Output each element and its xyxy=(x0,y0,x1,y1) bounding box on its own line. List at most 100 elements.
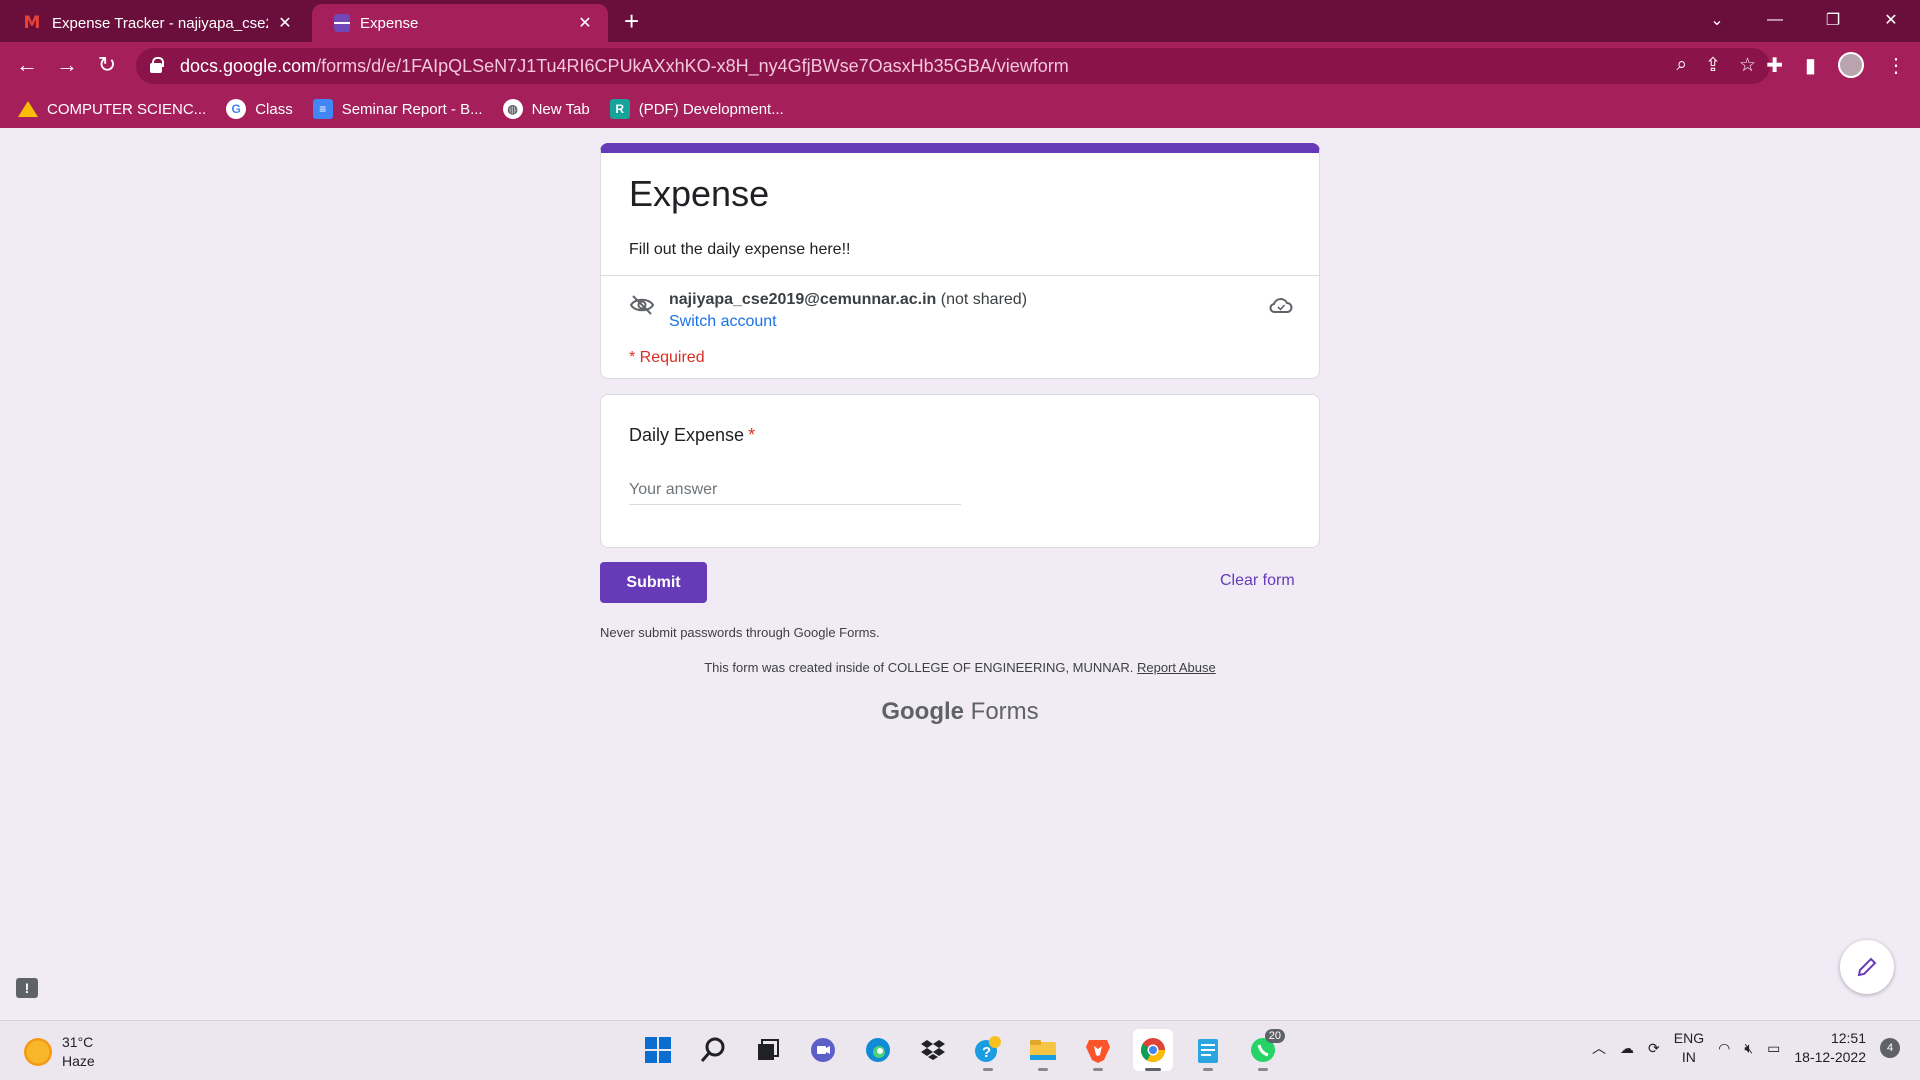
whatsapp-icon[interactable]: 20 xyxy=(1243,1029,1285,1071)
sync-icon[interactable]: ⟳ xyxy=(1648,1040,1660,1057)
window-close-button[interactable]: ✕ xyxy=(1862,0,1920,40)
restore-button[interactable]: ❐ xyxy=(1804,0,1862,40)
close-icon[interactable]: ✕ xyxy=(576,13,594,33)
feedback-icon[interactable]: ! xyxy=(16,978,38,998)
not-shared-eye-icon xyxy=(629,295,655,315)
volume-muted-icon[interactable]: 🔇︎ xyxy=(1744,1040,1753,1057)
switch-account-link[interactable]: Switch account xyxy=(669,313,777,331)
bookmarks-bar: COMPUTER SCIENC... G Class ≡ Seminar Rep… xyxy=(0,90,1920,128)
forms-icon xyxy=(334,14,350,32)
zoom-icon[interactable]: ⌕ xyxy=(1676,54,1687,77)
teams-chat-icon[interactable] xyxy=(803,1029,843,1071)
tab-expense-tracker[interactable]: M Expense Tracker - najiyapa_cse20 ✕ xyxy=(0,4,308,42)
bookmark-new-tab[interactable]: ◍ New Tab xyxy=(502,99,590,119)
side-panel-icon[interactable]: ▮ xyxy=(1805,53,1816,78)
cloud-saved-icon xyxy=(1269,298,1293,313)
back-icon[interactable]: ← xyxy=(12,52,42,80)
url-text[interactable]: docs.google.com/forms/d/e/1FAIpQLSeN7J1T… xyxy=(180,56,1069,77)
bookmark-label: (PDF) Development... xyxy=(638,100,784,118)
password-warning: Never submit passwords through Google Fo… xyxy=(600,625,880,640)
language-code: ENG xyxy=(1673,1030,1705,1046)
bookmark-label: Class xyxy=(255,100,293,118)
notification-count[interactable]: 4 xyxy=(1880,1038,1900,1058)
question-label: Daily Expense xyxy=(629,425,745,445)
clear-form-button[interactable]: Clear form xyxy=(1220,572,1295,590)
url-path: /forms/d/e/1FAIpQLSeN7J1Tu4RI6CPUkAXxhKO… xyxy=(316,55,1069,76)
docs-icon: ≡ xyxy=(312,99,333,119)
edge-icon[interactable] xyxy=(858,1029,898,1071)
bookmark-class[interactable]: G Class xyxy=(226,99,293,119)
minimize-button[interactable]: — xyxy=(1746,0,1804,40)
toolbar-right: ✚ ▮ ⋮ xyxy=(1766,52,1906,78)
weather-widget[interactable]: 31°C Haze xyxy=(24,1033,95,1071)
chrome-icon[interactable] xyxy=(1133,1029,1173,1071)
language-indicator[interactable]: ENG IN xyxy=(1674,1029,1704,1067)
required-asterisk: * xyxy=(748,425,756,445)
browser-toolbar: ← → ↻ docs.google.com/forms/d/e/1FAIpQLS… xyxy=(0,42,1920,90)
omnibox-actions: ⌕ ⇪ ☆ xyxy=(1676,54,1756,77)
bookmark-label: COMPUTER SCIENC... xyxy=(47,100,207,118)
bookmark-pdf-development[interactable]: R (PDF) Development... xyxy=(609,99,784,119)
forward-icon[interactable]: → xyxy=(52,52,82,80)
share-icon[interactable]: ⇪ xyxy=(1705,54,1721,77)
question-card-daily-expense: Daily Expense * xyxy=(600,394,1320,548)
tab-title: Expense xyxy=(360,14,419,32)
bookmark-computer-science[interactable]: COMPUTER SCIENC... xyxy=(18,101,206,118)
address-bar[interactable]: docs.google.com/forms/d/e/1FAIpQLSeN7J1T… xyxy=(136,48,1770,84)
bookmark-star-icon[interactable]: ☆ xyxy=(1739,54,1756,77)
researchgate-icon: R xyxy=(609,99,630,119)
form-title: Expense xyxy=(629,173,770,214)
required-note: * Required xyxy=(629,349,705,366)
bookmark-label: Seminar Report - B... xyxy=(341,100,483,118)
running-indicator xyxy=(1093,1068,1103,1071)
dropbox-icon[interactable] xyxy=(913,1029,953,1071)
pencil-icon xyxy=(1857,957,1877,977)
daily-expense-input[interactable] xyxy=(629,475,961,505)
google-forms-logo[interactable]: Google Forms xyxy=(600,698,1320,726)
task-view-icon[interactable] xyxy=(748,1029,788,1071)
tab-search-icon[interactable]: ⌄ xyxy=(1688,0,1746,40)
close-icon[interactable]: ✕ xyxy=(276,13,294,33)
running-indicator xyxy=(1145,1068,1161,1071)
running-indicator xyxy=(1203,1068,1213,1071)
google-icon: G xyxy=(226,99,247,119)
profile-avatar[interactable] xyxy=(1838,52,1864,78)
report-abuse-link[interactable]: Report Abuse xyxy=(1137,660,1216,675)
tab-title: Expense Tracker - najiyapa_cse20 xyxy=(52,14,268,32)
bookmark-label: New Tab xyxy=(531,100,590,118)
account-email: najiyapa_cse2019@cemunnar.ac.in xyxy=(669,291,937,308)
account-note: (not shared) xyxy=(940,291,1028,308)
bookmark-seminar-report[interactable]: ≡ Seminar Report - B... xyxy=(312,99,483,119)
drive-icon xyxy=(18,101,38,117)
new-tab-button[interactable]: + xyxy=(624,6,639,37)
get-help-icon[interactable]: ? xyxy=(968,1029,1008,1071)
submit-button[interactable]: Submit xyxy=(600,562,707,603)
weather-temp: 31°C xyxy=(62,1034,94,1050)
onedrive-cloud-icon[interactable]: ☁ xyxy=(1620,1040,1634,1057)
created-note-text: This form was created inside of COLLEGE … xyxy=(704,660,1134,675)
form-description: Fill out the daily expense here!! xyxy=(629,241,851,258)
menu-icon[interactable]: ⋮ xyxy=(1886,53,1906,78)
svg-text:?: ? xyxy=(982,1044,991,1061)
chevron-up-icon[interactable]: ︿ xyxy=(1592,1038,1606,1058)
lock-icon[interactable] xyxy=(150,57,164,73)
file-explorer-icon[interactable] xyxy=(1023,1029,1063,1071)
brave-icon[interactable] xyxy=(1078,1029,1118,1071)
start-icon[interactable] xyxy=(638,1029,678,1071)
question-title: Daily Expense * xyxy=(629,425,755,446)
windows-taskbar: 31°C Haze ? 20 ︿ ☁ ⟳ ENG IN ◠ 🔇︎ ▭ 12:51… xyxy=(0,1020,1920,1080)
clock[interactable]: 12:51 18-12-2022 xyxy=(1794,1029,1866,1067)
extensions-icon[interactable]: ✚ xyxy=(1766,53,1783,78)
battery-icon[interactable]: ▭ xyxy=(1767,1040,1780,1057)
tab-expense[interactable]: Expense ✕ xyxy=(312,4,608,42)
created-note: This form was created inside of COLLEGE … xyxy=(600,660,1320,675)
wifi-icon[interactable]: ◠ xyxy=(1718,1040,1730,1057)
globe-icon: ◍ xyxy=(502,99,523,119)
reload-icon[interactable]: ↻ xyxy=(92,52,122,80)
search-icon[interactable] xyxy=(693,1029,733,1071)
notepad-icon[interactable] xyxy=(1188,1029,1228,1071)
running-indicator xyxy=(1038,1068,1048,1071)
account-info: najiyapa_cse2019@cemunnar.ac.in (not sha… xyxy=(669,291,1027,309)
weather-desc: Haze xyxy=(62,1053,95,1069)
edit-pencil-button[interactable] xyxy=(1840,940,1894,994)
